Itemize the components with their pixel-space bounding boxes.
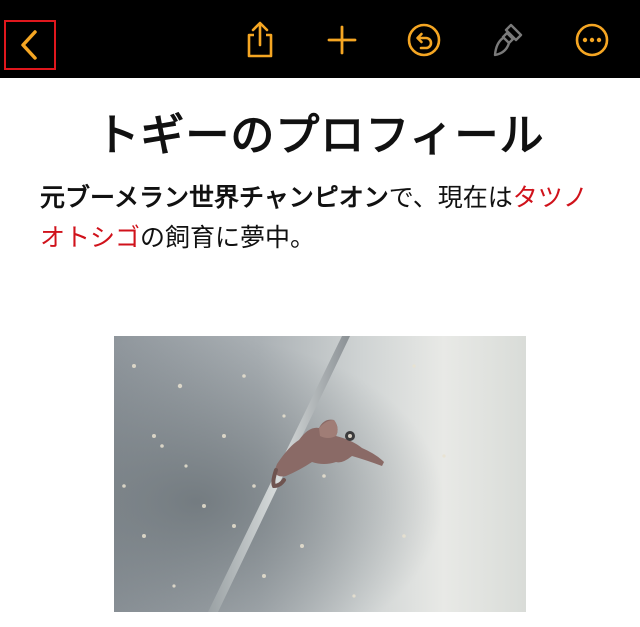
plus-icon (327, 25, 357, 55)
ellipsis-icon (575, 23, 609, 57)
seahorse-photo[interactable] (114, 336, 526, 612)
chevron-left-icon (21, 30, 37, 60)
share-icon (247, 21, 273, 58)
format-button[interactable] (484, 16, 532, 64)
add-button[interactable] (318, 16, 366, 64)
undo-icon (407, 23, 441, 57)
top-toolbar (0, 0, 640, 78)
undo-button[interactable] (400, 16, 448, 64)
share-button[interactable] (236, 16, 284, 64)
document-title[interactable]: トギーのプロフィール (0, 108, 640, 164)
seahorse-image (114, 336, 526, 612)
bold-text: 元ブーメラン世界チャンピオン (40, 183, 389, 212)
more-button[interactable] (568, 16, 616, 64)
plain-text-1: で、現在は (388, 183, 513, 212)
document-canvas[interactable]: トギーのプロフィール 元ブーメラン世界チャンピオンで、現在はタツノオトシゴの飼育… (0, 78, 640, 627)
paintbrush-icon (493, 23, 523, 57)
back-button[interactable] (4, 20, 56, 70)
body-paragraph[interactable]: 元ブーメラン世界チャンピオンで、現在はタツノオトシゴの飼育に夢中。 (40, 178, 600, 258)
plain-text-2: の飼育に夢中。 (140, 223, 316, 252)
